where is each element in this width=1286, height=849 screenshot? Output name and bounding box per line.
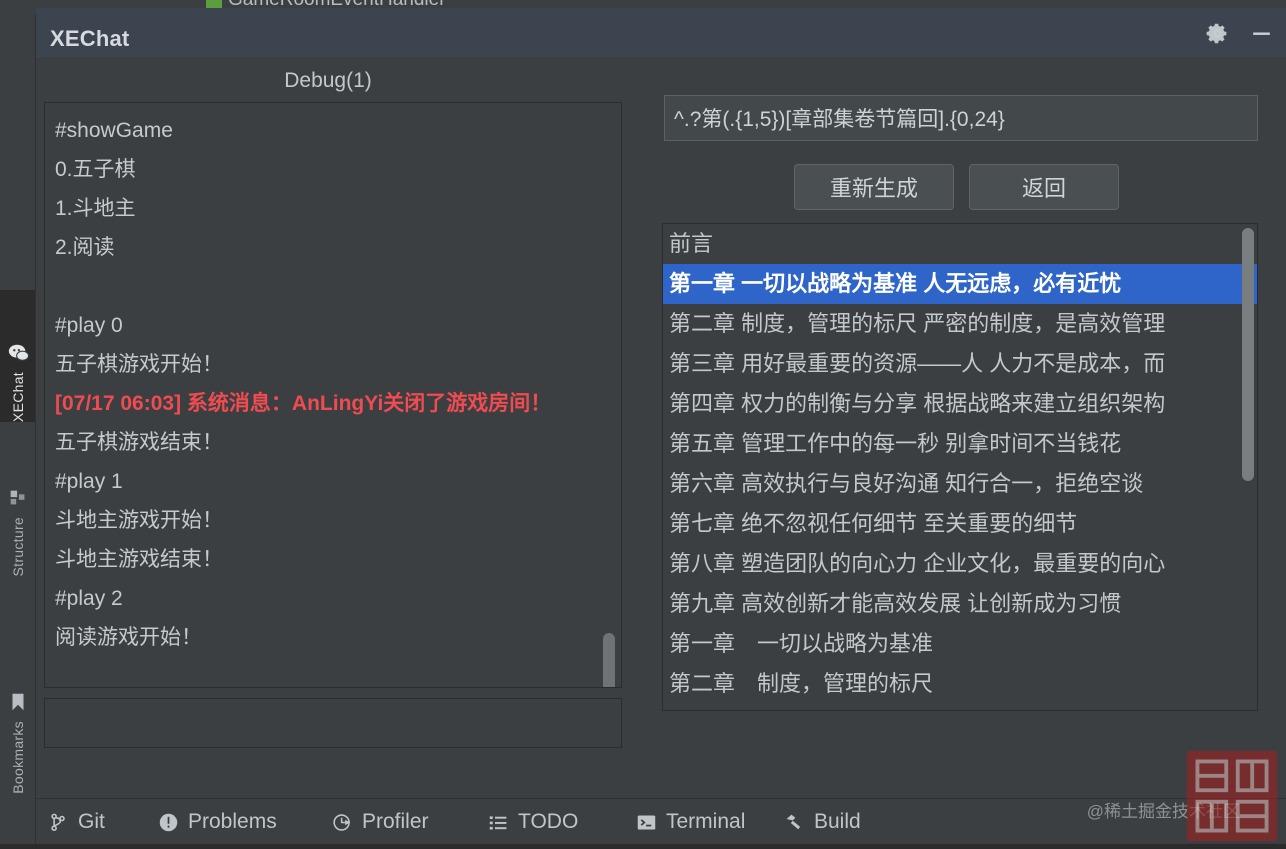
chapter-row[interactable]: 第六章 高效执行与良好沟通 知行合一，拒绝空谈 [663,464,1257,504]
log-line: 0.五子棋 [55,158,136,181]
chapter-regex-input[interactable] [664,95,1258,141]
regenerate-button[interactable]: 重新生成 [794,164,954,210]
debug-log-panel[interactable]: #showGame 0.五子棋 1.斗地主 2.阅读 #play 0 五子棋游戏开始！ [0… [44,102,622,688]
minimize-icon[interactable] [1246,20,1276,46]
tool-window-rail: XEChat Structure Bookmarks [0,14,36,844]
log-line: 斗地主游戏开始！ [55,509,223,532]
log-line: 阅读游戏开始！ [55,626,202,649]
chapter-row[interactable]: 第七章 绝不忽视任何细节 至关重要的细节 [663,504,1257,544]
chapter-row[interactable]: 前言 [663,224,1257,264]
log-line: #play 1 [55,470,123,493]
status-item-label: Profiler [362,810,429,833]
chapter-scrollbar-thumb[interactable] [1242,228,1254,481]
debug-log-scrollbar[interactable] [603,104,619,687]
log-line: 斗地主游戏结束！ [55,548,223,571]
debug-tab-label: Debug(1) [284,69,372,92]
scrollbar-thumb[interactable] [603,633,615,687]
chapter-row[interactable]: 第八章 塑造团队的向心力 企业文化，最重要的向心 [663,544,1257,584]
message-input[interactable] [44,698,622,748]
chapter-list-panel[interactable]: 前言 第一章 一切以战略为基准 人无远虑，必有近忧 第二章 制度，管理的标尺 严密的… [662,223,1258,711]
sidebar-item-bookmarks[interactable]: Bookmarks [0,622,35,794]
chapter-row-selected[interactable]: 第一章 一切以战略为基准 人无远虑，必有近忧 [663,264,1257,304]
status-item-todo[interactable]: TODO [488,808,578,836]
status-item-label: Git [78,810,105,833]
chapter-row[interactable]: 第三章 用好最重要的资源——人 人力不是成本，而 [663,344,1257,384]
status-item-git[interactable]: Git [48,808,105,836]
sidebar-item-structure[interactable]: Structure [0,436,35,576]
window-content: Debug(1) #showGame 0.五子棋 1.斗地主 2.阅读 #play 0 五… [36,57,1286,798]
log-line: 2.阅读 [55,236,115,259]
debug-log-lines: #showGame 0.五子棋 1.斗地主 2.阅读 #play 0 五子棋游戏开始！ [0… [55,111,595,657]
profiler-icon [332,812,353,833]
hammer-icon [784,812,805,833]
log-line-system: [07/17 06:03] 系统消息：AnLingYi关闭了游戏房间！ [55,392,552,415]
status-item-label: Build [814,810,861,833]
page-title: XEChat [50,26,130,51]
status-item-build[interactable]: Build [784,808,861,836]
chapter-row[interactable]: 第四章 权力的制衡与分享 根据战略来建立组织架构 [663,384,1257,424]
chat-bubble-icon [7,342,29,366]
list-icon [488,812,509,833]
watermark-seal-icon [1184,748,1280,844]
sidebar-item-label: Structure [9,516,26,577]
sidebar-item-label: XEChat [9,371,26,422]
log-line: #play 0 [55,314,123,337]
log-line: #play 2 [55,587,123,610]
warning-circle-icon [158,812,179,833]
status-item-profiler[interactable]: Profiler [332,808,429,836]
chapter-row[interactable]: 第二章 制度，管理的标尺 [663,664,1257,704]
terminal-icon [636,812,657,833]
status-item-label: TODO [518,810,579,833]
log-line: #showGame [55,119,173,142]
status-item-label: Terminal [666,810,746,833]
bookmark-icon [7,691,29,715]
structure-icon [7,487,29,511]
sidebar-item-xechat[interactable]: XEChat [0,290,35,422]
log-line: 五子棋游戏结束！ [55,431,223,454]
chapter-row[interactable]: 第二章 制度，管理的标尺 严密的制度，是高效管理 [663,304,1257,344]
back-button[interactable]: 返回 [969,164,1119,210]
status-item-terminal[interactable]: Terminal [636,808,745,836]
log-line: 五子棋游戏开始！ [55,353,223,376]
log-line: 1.斗地主 [55,197,136,220]
sidebar-item-label: Bookmarks [9,721,26,794]
git-branch-icon [48,812,69,833]
status-item-label: Problems [188,810,277,833]
window-title-bar: XEChat [36,8,1286,57]
status-item-problems[interactable]: Problems [158,808,277,836]
chapter-row[interactable]: 第一章 一切以战略为基准 [663,624,1257,664]
chapter-row[interactable]: 第九章 高效创新才能高效发展 让创新成为习惯 [663,584,1257,624]
ide-status-bar: Git Problems Profiler TODO Terminal Buil… [36,798,1286,844]
xechat-window: XEChat Debug(1) #showGame 0.五子棋 1.斗地主 2.阅读 #… [36,8,1286,798]
gear-icon[interactable] [1202,20,1232,46]
chapter-list: 前言 第一章 一切以战略为基准 人无远虑，必有近忧 第二章 制度，管理的标尺 严密的… [663,224,1257,704]
chapter-row[interactable]: 第五章 管理工作中的每一秒 别拿时间不当钱花 [663,424,1257,464]
